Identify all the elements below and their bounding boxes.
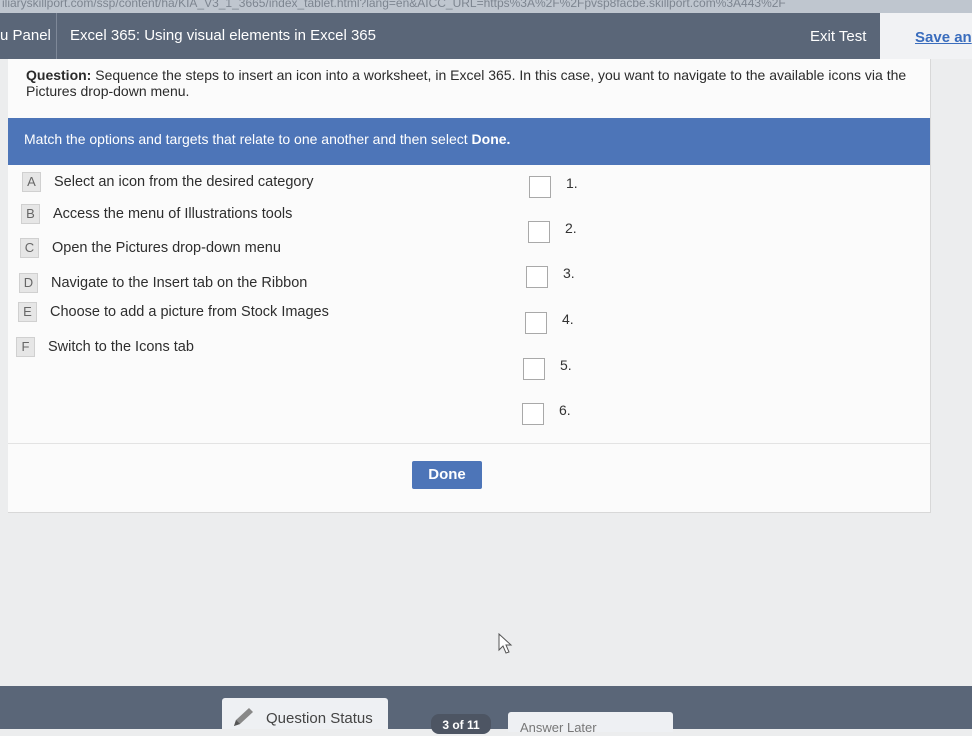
drop-target-box[interactable] [525,312,547,334]
target-6[interactable]: 6. [522,402,571,425]
option-text: Open the Pictures drop-down menu [52,240,281,256]
question-text: Question: Sequence the steps to insert a… [26,67,916,99]
instruction-text: Match the options and targets that relat… [24,131,510,147]
target-label: 5. [560,357,572,373]
drop-target-box[interactable] [523,358,545,380]
option-letter: B [21,204,40,224]
browser-url-bar: iliaryskillport.com/ssp/content/ha/KIA_V… [0,0,972,13]
target-2[interactable]: 2. [528,220,577,243]
question-body: Sequence the steps to insert an icon int… [26,67,907,99]
option-text: Switch to the Icons tab [48,339,194,355]
panel-divider [8,443,930,444]
drop-target-box[interactable] [528,221,550,243]
option-b[interactable]: B Access the menu of Illustrations tools [21,203,292,225]
target-label: 4. [562,311,574,327]
option-e[interactable]: E Choose to add a picture from Stock Ima… [18,301,329,323]
option-letter: E [18,302,37,322]
save-area: Save an [880,13,972,59]
question-panel: Question: Sequence the steps to insert a… [8,59,931,513]
target-label: 6. [559,402,571,418]
drop-target-box[interactable] [526,266,548,288]
option-f[interactable]: F Switch to the Icons tab [16,336,194,358]
mouse-cursor-icon [498,633,513,654]
menu-panel-button[interactable]: u Panel [0,27,51,44]
option-a[interactable]: A Select an icon from the desired catego… [22,171,314,193]
top-bar: u Panel Excel 365: Using visual elements… [0,13,972,59]
target-label: 2. [565,220,577,236]
option-text: Access the menu of Illustrations tools [53,206,293,222]
option-text: Select an icon from the desired category [54,174,314,190]
page-indicator: 3 of 11 [431,714,491,734]
option-text: Choose to add a picture from Stock Image… [50,304,329,320]
drop-target-box[interactable] [529,176,551,198]
option-letter: A [22,172,41,192]
exit-test-button[interactable]: Exit Test [800,25,876,49]
option-letter: D [19,273,38,293]
course-title: Excel 365: Using visual elements in Exce… [70,27,376,44]
instruction-bar: Match the options and targets that relat… [8,118,930,165]
option-text: Navigate to the Insert tab on the Ribbon [51,275,308,291]
header-divider [56,13,57,59]
target-label: 3. [563,265,575,281]
option-c[interactable]: C Open the Pictures drop-down menu [20,237,281,259]
instruction-emphasis: Done. [471,131,511,147]
footer-bar: Question Status 3 of 11 Answer Later [0,686,972,734]
target-3[interactable]: 3. [526,265,575,288]
answer-later-label: Answer Later [520,720,597,732]
url-text: iliaryskillport.com/ssp/content/ha/KIA_V… [2,0,786,10]
done-button[interactable]: Done [412,461,482,489]
option-d[interactable]: D Navigate to the Insert tab on the Ribb… [19,272,307,294]
target-5[interactable]: 5. [523,357,572,380]
answer-later-button[interactable]: Answer Later [508,712,673,732]
option-letter: F [16,337,35,357]
target-4[interactable]: 4. [525,311,574,334]
question-status-button[interactable]: Question Status [222,698,388,729]
instruction-body: Match the options and targets that relat… [24,131,472,147]
option-letter: C [20,238,39,258]
drop-target-box[interactable] [522,403,544,425]
save-and-exit-link[interactable]: Save an [915,29,972,46]
question-status-label: Question Status [266,710,373,727]
target-1[interactable]: 1. [529,175,578,198]
target-label: 1. [566,175,578,191]
question-prefix: Question: [26,67,92,83]
pencil-icon [234,708,253,726]
